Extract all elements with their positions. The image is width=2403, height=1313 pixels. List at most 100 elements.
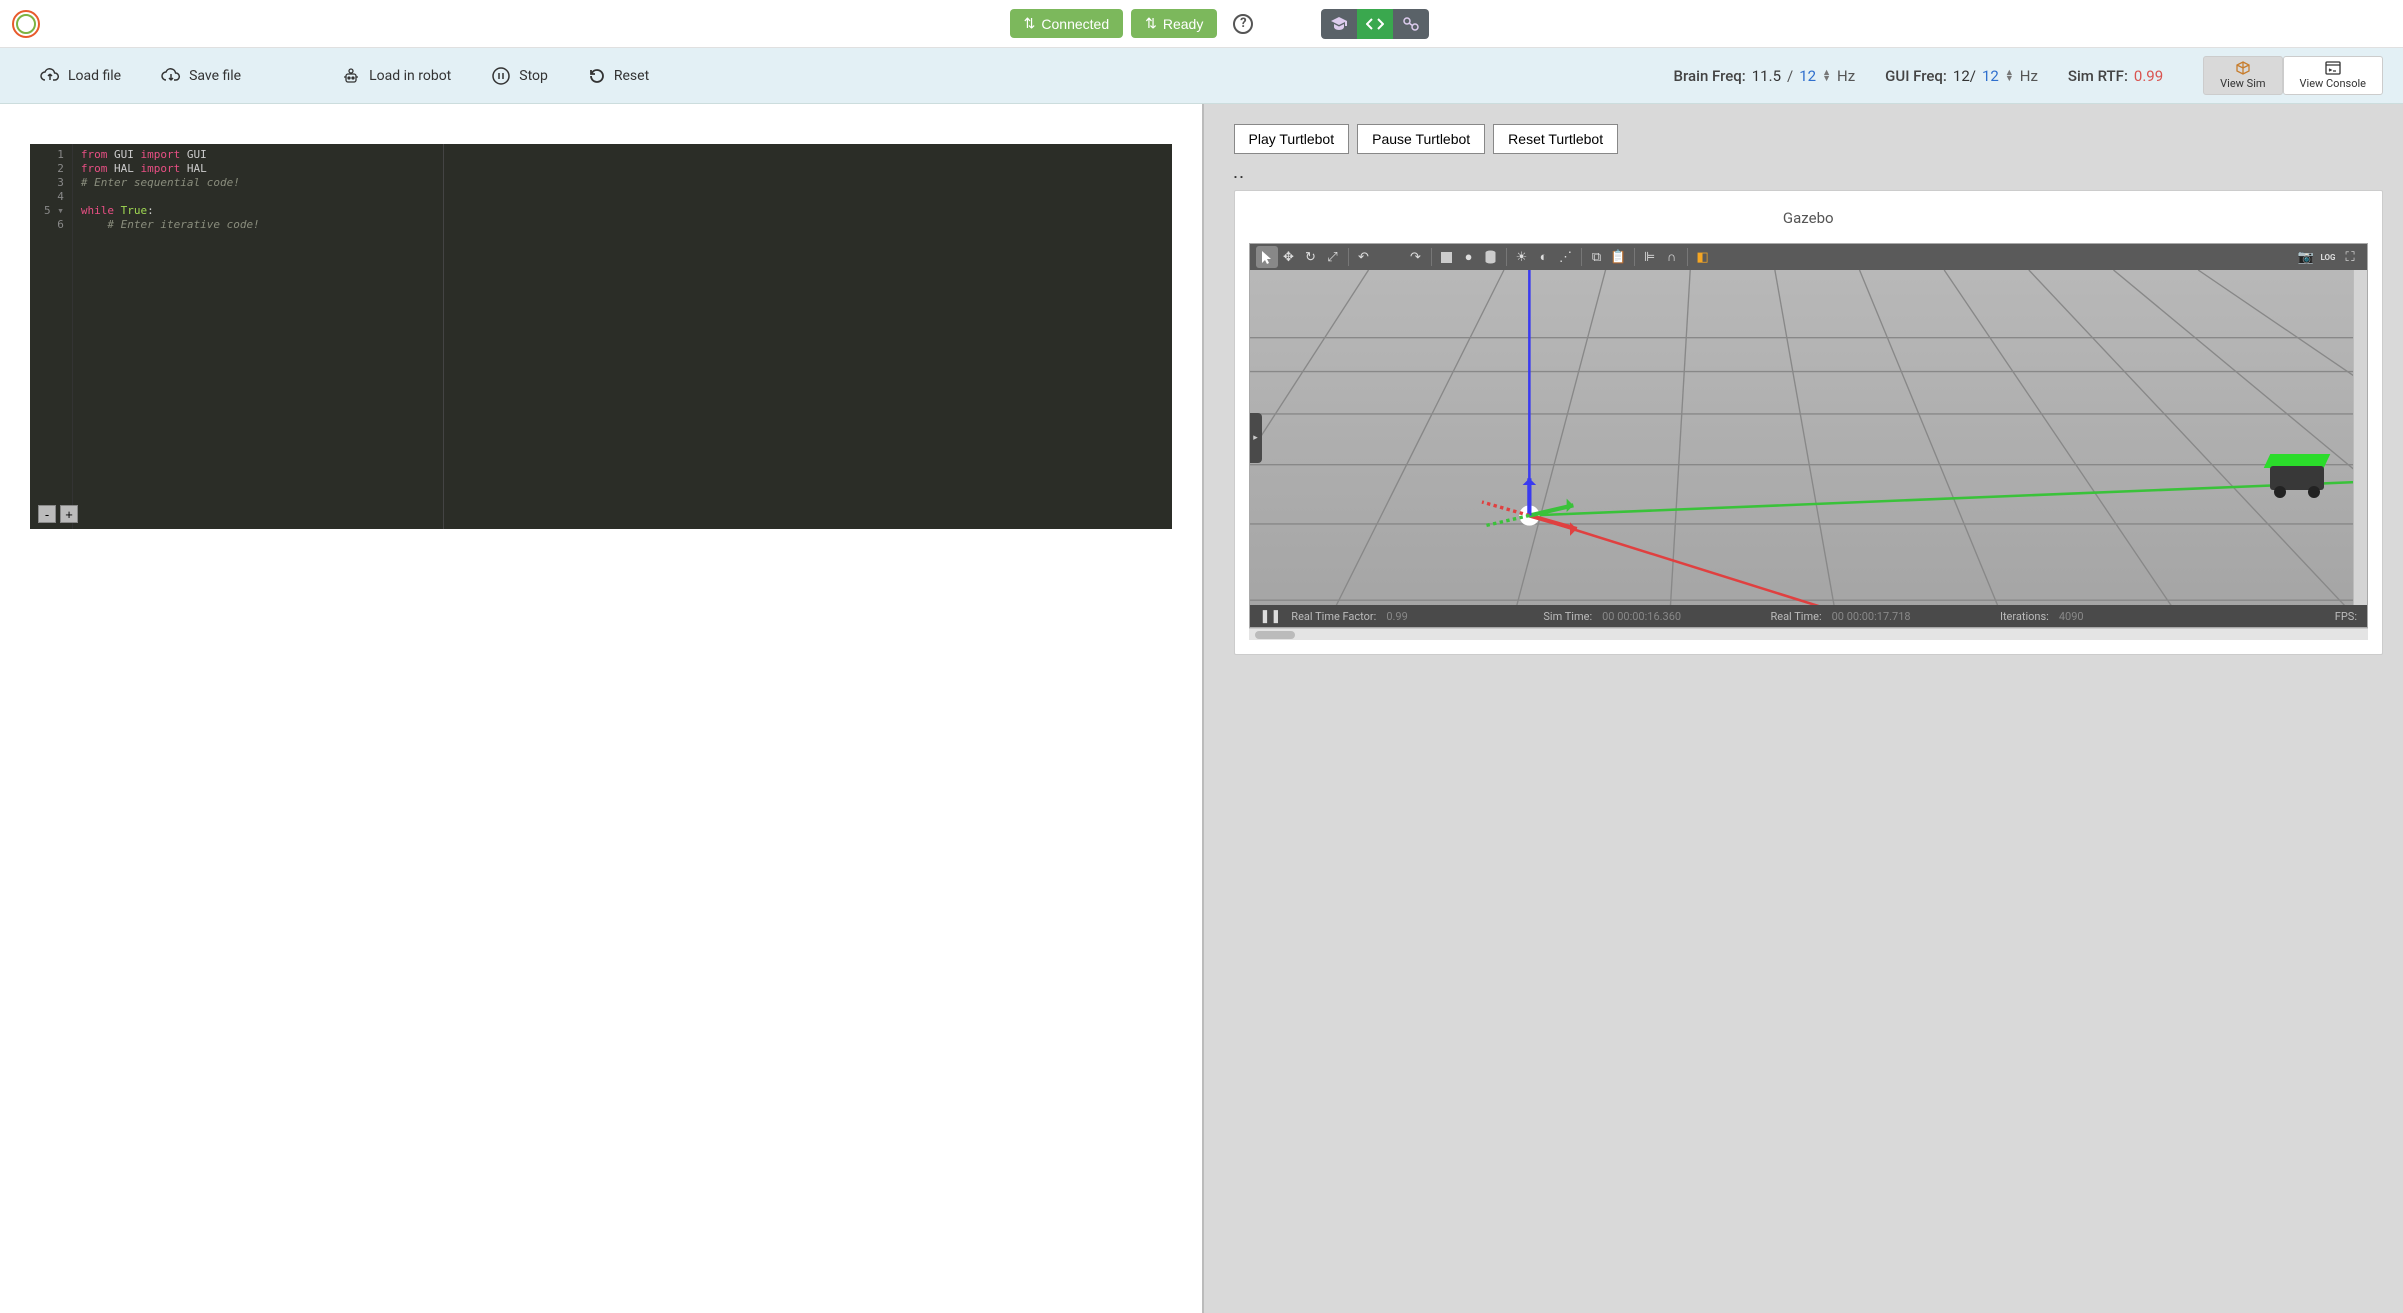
brain-freq-unit: Hz	[1837, 67, 1855, 85]
align-icon[interactable]: ⊫	[1639, 246, 1661, 268]
gz-iter-value: 4090	[2059, 610, 2084, 623]
reset-label: Reset	[614, 68, 649, 84]
view-sim-tab[interactable]: View Sim	[2203, 56, 2282, 95]
gui-freq-actual: 12/	[1953, 67, 1976, 85]
code-editor[interactable]: 1 2 3 4 5 ▾ 6 from GUI import GUI from H…	[30, 144, 1172, 529]
gazebo-viewport[interactable]: ✥ ↻ ⤢ ↶ ↷ ● ☀ ◐ ⋰ ⧉ 📋	[1249, 243, 2369, 628]
gazebo-scrollbar-horizontal[interactable]	[1249, 628, 2369, 640]
sphere-shape-icon[interactable]: ●	[1458, 246, 1480, 268]
snap-icon[interactable]: ∩	[1661, 246, 1683, 268]
help-icon[interactable]: ?	[1233, 14, 1253, 34]
link-icon	[1403, 17, 1419, 31]
copy-icon[interactable]: ⧉	[1586, 246, 1608, 268]
mode-switcher	[1321, 9, 1429, 39]
gazebo-status-bar: ❚❚ Real Time Factor: 0.99 Sim Time: 00 0…	[1250, 605, 2368, 627]
cube-icon	[2235, 61, 2251, 75]
gui-freq-target[interactable]: 12	[1982, 67, 1999, 85]
move-tool-icon[interactable]: ✥	[1278, 246, 1300, 268]
scale-tool-icon[interactable]: ⤢	[1322, 246, 1344, 268]
connected-label: Connected	[1041, 16, 1109, 32]
gazebo-toolbar: ✥ ↻ ⤢ ↶ ↷ ● ☀ ◐ ⋰ ⧉ 📋	[1250, 244, 2368, 270]
undo-icon[interactable]: ↶	[1353, 246, 1375, 268]
ready-label: Ready	[1163, 16, 1203, 32]
main-split: 1 2 3 4 5 ▾ 6 from GUI import GUI from H…	[0, 104, 2403, 1313]
editor-zoom-controls: - +	[38, 505, 78, 523]
brain-freq-sep: /	[1787, 67, 1793, 85]
gazebo-pause-icon[interactable]: ❚❚	[1260, 609, 1282, 624]
gz-fps-label: FPS:	[2335, 610, 2357, 623]
graduation-cap-icon	[1331, 17, 1347, 31]
view-console-tab[interactable]: View Console	[2283, 56, 2383, 95]
redo-icon[interactable]: ↷	[1405, 246, 1427, 268]
stop-button[interactable]: Stop	[471, 60, 568, 92]
light-point-icon[interactable]: ☀	[1511, 246, 1533, 268]
gazebo-scrollbar-vertical[interactable]	[2353, 270, 2367, 605]
paste-icon[interactable]: 📋	[1608, 246, 1630, 268]
load-file-button[interactable]: Load file	[20, 62, 141, 90]
view-sim-label: View Sim	[2220, 77, 2265, 90]
mode-code[interactable]	[1357, 9, 1393, 39]
brain-freq-label: Brain Freq:	[1674, 67, 1746, 85]
load-robot-button[interactable]: Load in robot	[321, 61, 471, 91]
app-logo	[12, 10, 40, 38]
brain-freq-target[interactable]: 12	[1799, 67, 1816, 85]
save-file-button[interactable]: Save file	[141, 62, 261, 90]
turtlebot-model[interactable]	[2267, 454, 2327, 490]
view-angle-icon[interactable]: ◧	[1692, 246, 1714, 268]
mode-teacher[interactable]	[1321, 9, 1357, 39]
stop-label: Stop	[519, 68, 548, 84]
line-number: 2	[44, 162, 64, 176]
reset-turtlebot-button[interactable]: Reset Turtlebot	[1493, 124, 1618, 154]
code-area[interactable]: from GUI import GUI from HAL import HAL …	[73, 144, 1172, 529]
code-icon	[1366, 18, 1384, 30]
screenshot-icon[interactable]: 📷	[2295, 246, 2317, 268]
reset-icon	[588, 67, 606, 85]
resize-dots[interactable]: ..	[1234, 166, 2384, 182]
rtf-group: Sim RTF: 0.99	[2068, 67, 2163, 85]
light-directional-icon[interactable]: ⋰	[1555, 246, 1577, 268]
sync-icon: ⇅	[1145, 15, 1157, 32]
robot-icon	[341, 67, 361, 85]
console-icon	[2325, 61, 2341, 75]
reset-button[interactable]: Reset	[568, 61, 669, 91]
view-console-label: View Console	[2300, 77, 2366, 90]
sync-icon: ⇅	[1024, 15, 1036, 32]
editor-pane: 1 2 3 4 5 ▾ 6 from GUI import GUI from H…	[0, 104, 1202, 1313]
gz-simtime-value: 00 00:00:16.360	[1602, 610, 1681, 623]
brain-freq-stepper[interactable]: ▲▼	[1822, 70, 1831, 82]
cloud-download-icon	[161, 68, 181, 84]
gui-freq-stepper[interactable]: ▲▼	[2005, 70, 2014, 82]
gazebo-side-panel-toggle[interactable]: ▸	[1250, 413, 1262, 463]
log-icon[interactable]: LOG	[2317, 246, 2339, 268]
play-turtlebot-button[interactable]: Play Turtlebot	[1234, 124, 1350, 154]
line-number: 6	[44, 218, 64, 232]
editor-zoom-out[interactable]: -	[38, 505, 56, 523]
connected-status[interactable]: ⇅ Connected	[1010, 9, 1123, 38]
save-file-label: Save file	[189, 68, 241, 84]
gazebo-scene[interactable]: ▸	[1250, 270, 2368, 605]
action-bar: Load file Save file Load in robot Stop R…	[0, 48, 2403, 104]
app-header: ⇅ Connected ⇅ Ready ?	[0, 0, 2403, 48]
fullscreen-icon[interactable]: ⛶	[2339, 246, 2361, 268]
gazebo-title: Gazebo	[1249, 205, 2369, 243]
light-spot-icon[interactable]: ◐	[1533, 246, 1555, 268]
brain-freq-group: Brain Freq: 11.5 / 12 ▲▼ Hz	[1674, 67, 1856, 85]
rotate-tool-icon[interactable]: ↻	[1300, 246, 1322, 268]
gazebo-panel: Gazebo ✥ ↻ ⤢ ↶ ↷ ● ☀	[1234, 190, 2384, 655]
mode-blocks[interactable]	[1393, 9, 1429, 39]
cylinder-shape-icon[interactable]	[1480, 246, 1502, 268]
ready-status[interactable]: ⇅ Ready	[1131, 9, 1217, 38]
box-shape-icon[interactable]	[1436, 246, 1458, 268]
editor-zoom-in[interactable]: +	[60, 505, 78, 523]
pause-turtlebot-button[interactable]: Pause Turtlebot	[1357, 124, 1485, 154]
turtlebot-controls: Play Turtlebot Pause Turtlebot Reset Tur…	[1234, 124, 2384, 154]
gz-simtime-label: Sim Time:	[1543, 610, 1592, 623]
scene-grid	[1250, 270, 2367, 605]
view-tabs: View Sim View Console	[2203, 56, 2383, 95]
gui-freq-group: GUI Freq: 12/ 12 ▲▼ Hz	[1885, 67, 2038, 85]
select-tool-icon[interactable]	[1256, 246, 1278, 268]
line-number: 1	[44, 148, 64, 162]
gz-iter-label: Iterations:	[2000, 610, 2049, 623]
line-number: 4	[44, 190, 64, 204]
editor-ruler	[443, 144, 444, 529]
